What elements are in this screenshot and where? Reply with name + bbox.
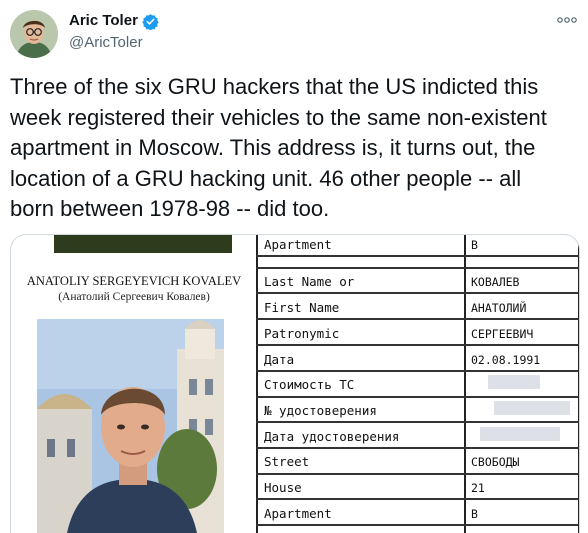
row-label: Стоимость ТС bbox=[264, 377, 355, 392]
tweet-text: Three of the six GRU hackers that the US… bbox=[10, 74, 547, 221]
redacted-value bbox=[480, 427, 560, 441]
row-label: First Name bbox=[264, 300, 340, 315]
author-handle[interactable]: @AricToler bbox=[69, 34, 143, 51]
row-value: В bbox=[471, 238, 478, 252]
row-value: 21 bbox=[471, 481, 485, 495]
row-label: Дата bbox=[264, 352, 295, 367]
row-label: Patronymic bbox=[264, 326, 340, 341]
redacted-value bbox=[488, 375, 540, 389]
redacted-value bbox=[494, 401, 570, 415]
row-label: Apartment bbox=[264, 506, 332, 521]
verified-badge-icon bbox=[142, 14, 159, 30]
tweet-media[interactable]: ANATOLIY SERGEYEVICH KOVALEV (Анатолий С… bbox=[10, 234, 580, 533]
person-name-russian: (Анатолий Сергеевич Ковалев) bbox=[58, 291, 210, 303]
vehicle-registration-sheet: Apartment В Last Name or КОВАЛЕВ First N… bbox=[256, 235, 579, 533]
more-options-icon[interactable] bbox=[556, 14, 578, 26]
row-value: СВОБОДЫ bbox=[471, 455, 520, 469]
row-label: Дата удостоверения bbox=[264, 429, 400, 444]
row-value: 02.08.1991 bbox=[471, 353, 541, 367]
row-value: АНАТОЛИЙ bbox=[471, 301, 527, 315]
avatar[interactable] bbox=[10, 10, 58, 58]
row-label: Street bbox=[264, 454, 310, 469]
person-photo bbox=[37, 319, 224, 533]
row-label: Apartment bbox=[264, 237, 332, 252]
row-value: СЕРГЕЕВИЧ bbox=[471, 327, 534, 341]
row-value: В bbox=[471, 507, 478, 521]
author-name[interactable]: Aric Toler bbox=[69, 12, 138, 29]
row-label: № удостоверения bbox=[264, 403, 377, 418]
photo-top-fragment bbox=[54, 235, 232, 253]
person-name: ANATOLIY SERGEYEVICH KOVALEV bbox=[26, 274, 242, 288]
row-value: КОВАЛЕВ bbox=[471, 275, 520, 289]
row-label: House bbox=[264, 480, 302, 495]
row-label: Last Name or bbox=[264, 274, 355, 289]
